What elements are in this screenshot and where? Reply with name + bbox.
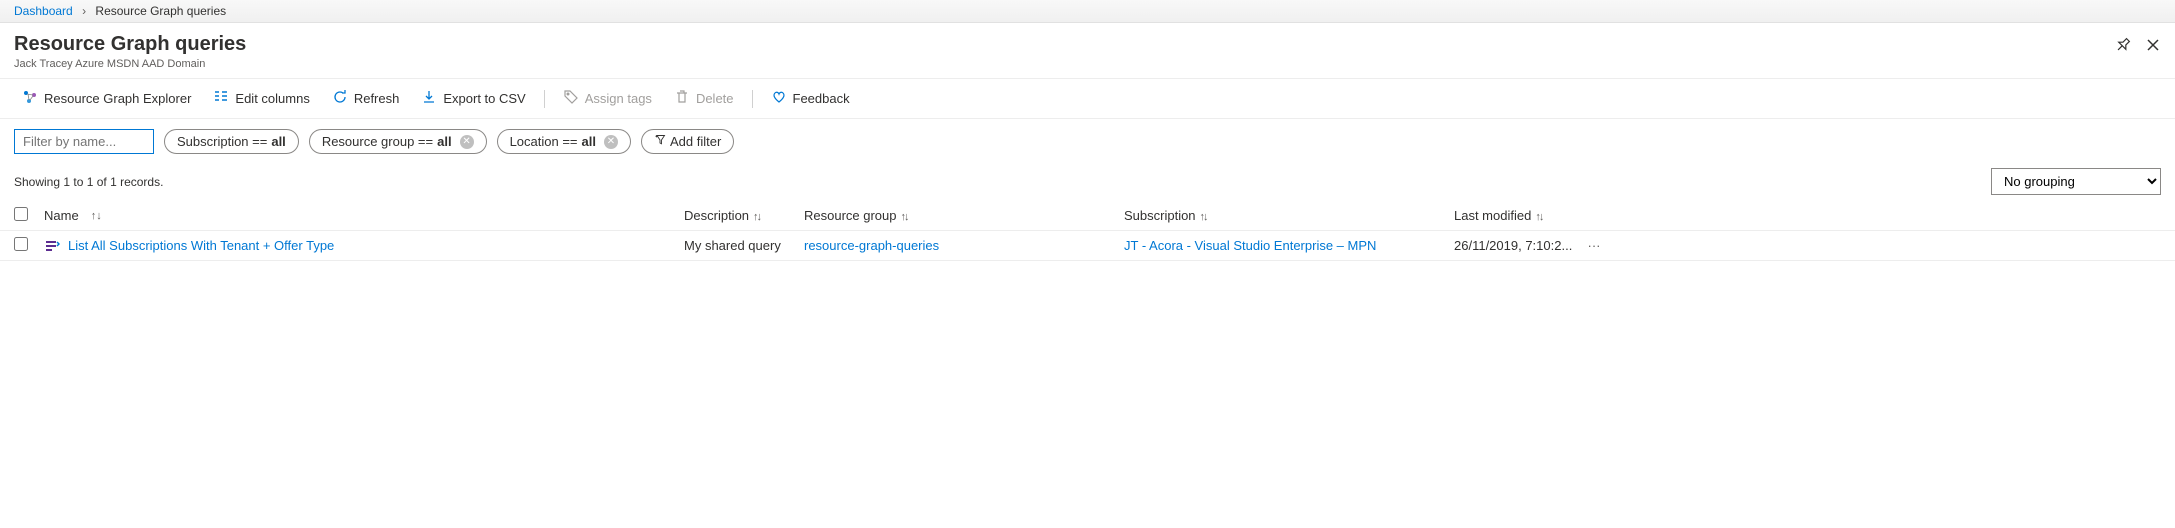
page-subtitle: Jack Tracey Azure MSDN AAD Domain <box>14 58 246 70</box>
explorer-label: Resource Graph Explorer <box>44 91 191 106</box>
add-filter-label: Add filter <box>670 134 721 149</box>
select-all-checkbox[interactable] <box>14 207 28 221</box>
filter-rg-value: all <box>437 134 451 149</box>
filter-pill-subscription[interactable]: Subscription == all <box>164 129 299 154</box>
page-title: Resource Graph queries <box>14 33 246 56</box>
row-subscription-link[interactable]: JT - Acora - Visual Studio Enterprise – … <box>1124 238 1376 253</box>
filter-rg-label: Resource group == <box>322 134 433 149</box>
breadcrumb-separator: › <box>82 4 86 18</box>
sort-asc-icon: ↑↓ <box>91 210 102 222</box>
column-header-name[interactable]: Name↑↓ <box>44 208 684 223</box>
feedback-button[interactable]: Feedback <box>763 85 858 112</box>
table-row: List All Subscriptions With Tenant + Off… <box>0 231 2175 261</box>
edit-columns-button[interactable]: Edit columns <box>205 85 317 112</box>
toolbar-divider <box>544 90 545 108</box>
refresh-button[interactable]: Refresh <box>324 85 408 112</box>
row-resource-group-link[interactable]: resource-graph-queries <box>804 238 939 253</box>
grouping-select[interactable]: No grouping <box>1991 168 2161 195</box>
add-filter-icon <box>654 134 666 149</box>
column-header-subscription[interactable]: Subscription↑↓ <box>1124 208 1454 223</box>
breadcrumb: Dashboard › Resource Graph queries <box>0 0 2175 23</box>
column-header-last-modified[interactable]: Last modified↑↓ <box>1454 208 1584 223</box>
breadcrumb-current: Resource Graph queries <box>95 4 226 18</box>
clear-rg-filter-icon[interactable]: ✕ <box>460 135 474 149</box>
heart-icon <box>771 89 787 108</box>
sort-icon: ↑↓ <box>901 211 908 223</box>
sort-icon: ↑↓ <box>753 211 760 223</box>
close-icon[interactable] <box>2145 37 2161 56</box>
records-showing-text: Showing 1 to 1 of 1 records. <box>14 175 163 189</box>
refresh-label: Refresh <box>354 91 400 106</box>
pin-icon[interactable] <box>2115 37 2131 56</box>
delete-button[interactable]: Delete <box>666 85 742 112</box>
breadcrumb-dashboard[interactable]: Dashboard <box>14 4 73 18</box>
row-name-link[interactable]: List All Subscriptions With Tenant + Off… <box>68 238 334 253</box>
row-description: My shared query <box>684 238 804 253</box>
toolbar: Resource Graph Explorer Edit columns Ref… <box>0 78 2175 119</box>
add-filter-button[interactable]: Add filter <box>641 129 734 154</box>
row-last-modified: 26/11/2019, 7:10:2... <box>1454 238 1584 253</box>
clear-loc-filter-icon[interactable]: ✕ <box>604 135 618 149</box>
filter-sub-label: Subscription == <box>177 134 267 149</box>
columns-icon <box>213 89 229 108</box>
export-csv-button[interactable]: Export to CSV <box>413 85 533 112</box>
filter-sub-value: all <box>271 134 285 149</box>
delete-label: Delete <box>696 91 734 106</box>
assign-tags-label: Assign tags <box>585 91 652 106</box>
assign-tags-button[interactable]: Assign tags <box>555 85 660 112</box>
tag-icon <box>563 89 579 108</box>
trash-icon <box>674 89 690 108</box>
grid-header: Name↑↓ Description↑↓ Resource group↑↓ Su… <box>0 201 2175 231</box>
toolbar-divider-2 <box>752 90 753 108</box>
refresh-icon <box>332 89 348 108</box>
filter-pill-resource-group[interactable]: Resource group == all ✕ <box>309 129 487 154</box>
row-context-menu[interactable]: ··· <box>1584 238 1604 253</box>
feedback-label: Feedback <box>793 91 850 106</box>
page-header: Resource Graph queries Jack Tracey Azure… <box>0 23 2175 78</box>
export-csv-label: Export to CSV <box>443 91 525 106</box>
filter-bar: Subscription == all Resource group == al… <box>0 119 2175 164</box>
filter-pill-location[interactable]: Location == all ✕ <box>497 129 631 154</box>
column-header-description[interactable]: Description↑↓ <box>684 208 804 223</box>
query-icon <box>44 238 60 254</box>
row-checkbox[interactable] <box>14 237 28 251</box>
filter-loc-label: Location == <box>510 134 578 149</box>
sort-icon: ↑↓ <box>1200 211 1207 223</box>
graph-icon <box>22 89 38 108</box>
resource-graph-explorer-button[interactable]: Resource Graph Explorer <box>14 85 199 112</box>
column-header-resource-group[interactable]: Resource group↑↓ <box>804 208 1124 223</box>
edit-columns-label: Edit columns <box>235 91 309 106</box>
filter-by-name-input[interactable] <box>14 129 154 154</box>
filter-loc-value: all <box>582 134 596 149</box>
download-icon <box>421 89 437 108</box>
sort-icon: ↑↓ <box>1535 211 1542 223</box>
records-summary-row: Showing 1 to 1 of 1 records. No grouping <box>0 164 2175 201</box>
